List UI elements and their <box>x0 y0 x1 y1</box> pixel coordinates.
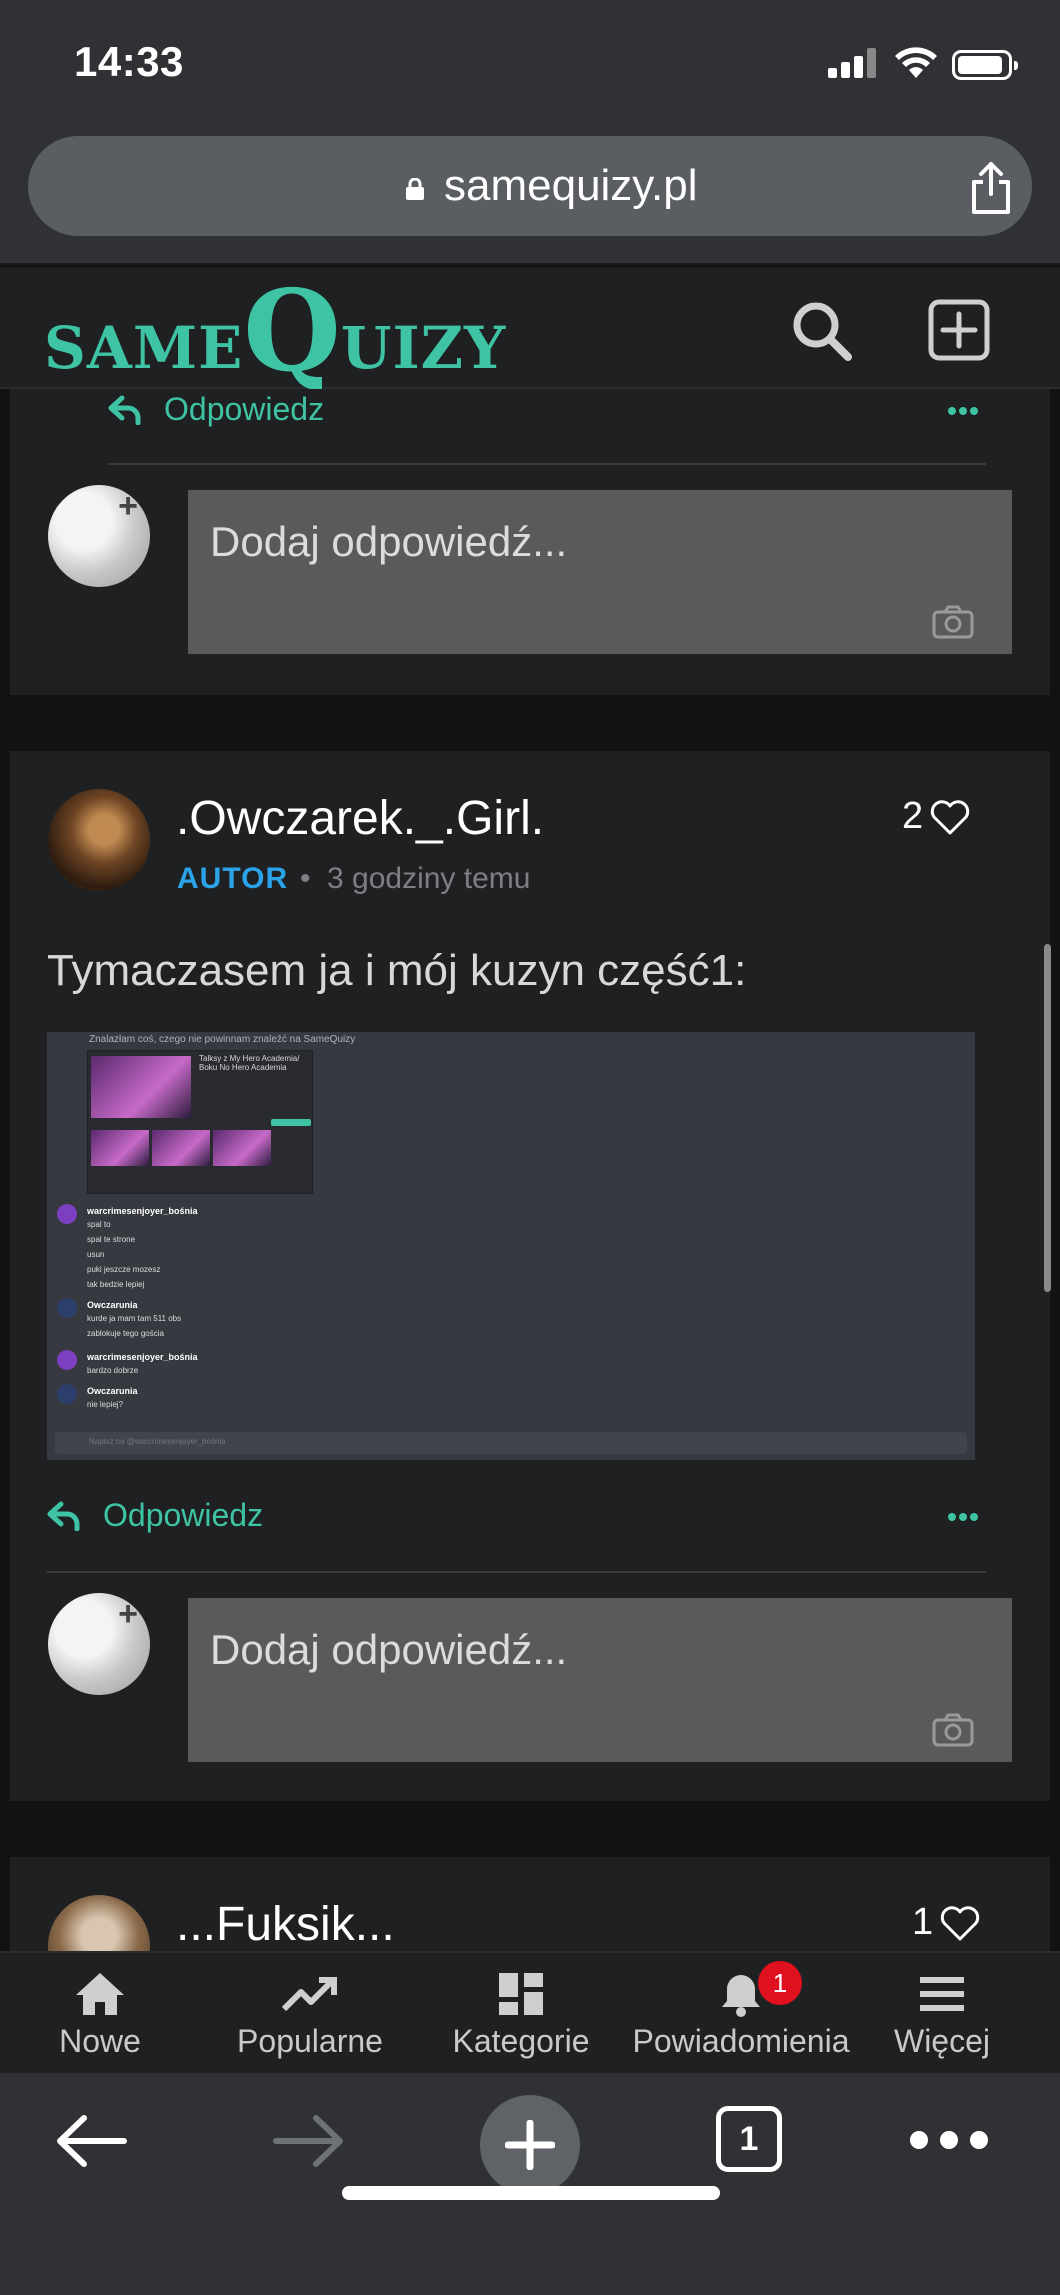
bottom-nav: Nowe Popularne Kategorie Powiadomienia 1… <box>0 1951 1060 2073</box>
preview-thumb <box>152 1130 210 1166</box>
nav-item-wiecej[interactable]: Więcej <box>890 1971 994 2071</box>
message-user: Owczarunia <box>87 1300 138 1310</box>
more-options-icon[interactable] <box>948 1513 978 1523</box>
preview-thumb <box>213 1130 271 1166</box>
comment-card: ...Fuksik... 1 <box>10 1857 1050 1951</box>
nav-item-nowe[interactable]: Nowe <box>44 1971 156 2071</box>
message-line: spal te strone <box>87 1235 136 1244</box>
scrollbar[interactable] <box>1044 944 1051 1292</box>
message-line: tak bedzie lepiej <box>87 1280 145 1289</box>
message-user: warcrimesenjoyer_bośnia <box>87 1206 198 1216</box>
browser-toolbar: 1 <box>0 2073 1060 2295</box>
cellular-signal-icon <box>828 48 878 78</box>
trending-icon <box>281 1977 337 2012</box>
nav-item-popularne[interactable]: Popularne <box>230 1971 390 2071</box>
browser-address-area: samequizy.pl <box>0 130 1060 265</box>
reply-link[interactable]: Odpowiedz <box>108 391 324 428</box>
back-arrow-icon[interactable] <box>54 2113 128 2169</box>
avatar[interactable] <box>48 1895 150 1951</box>
lock-icon <box>406 178 424 200</box>
reply-link[interactable]: Odpowiedz <box>47 1497 263 1534</box>
message-avatar <box>57 1298 77 1318</box>
preview-image <box>91 1056 191 1118</box>
status-bar: 14:33 <box>0 0 1060 130</box>
message-avatar <box>57 1384 77 1404</box>
message-line: nie lepiej? <box>87 1400 124 1409</box>
author-badge: AUTOR <box>177 862 289 895</box>
divider <box>108 463 986 465</box>
camera-icon[interactable] <box>932 1713 974 1747</box>
comment-text: Tymaczasem ja i mój kuzyn część1: <box>47 946 747 995</box>
samequizy-logo[interactable]: SAME Q UIZY <box>44 273 506 388</box>
avatar <box>48 1593 150 1695</box>
heart-icon <box>940 1905 980 1940</box>
author-name[interactable]: ...Fuksik... <box>176 1897 395 1951</box>
comment-card: .Owczarek._.Girl. AUTOR • 3 godziny temu… <box>10 751 1050 1801</box>
message-avatar <box>57 1350 77 1370</box>
comment-time: 3 godziny temu <box>327 862 531 895</box>
search-icon[interactable] <box>790 299 854 363</box>
message-line: kurde ja mam tam 511 obs <box>87 1314 182 1323</box>
forward-arrow-icon[interactable] <box>272 2113 346 2169</box>
reply-input[interactable]: Dodaj odpowiedź... <box>188 1598 1012 1762</box>
reply-input[interactable]: Dodaj odpowiedź... <box>188 490 1012 654</box>
like-count[interactable]: 2 <box>902 795 971 838</box>
message-line: zablokuje tego gościa <box>87 1329 164 1338</box>
battery-icon <box>952 50 1018 80</box>
comment-image[interactable]: Znalazłam coś, czego nie powinnam znaleź… <box>47 1032 975 1460</box>
divider <box>47 1571 986 1573</box>
message-input: Napisz na @warcrimesenjoyer_bośnia <box>55 1432 967 1454</box>
preview-button <box>271 1119 311 1126</box>
nav-item-kategorie[interactable]: Kategorie <box>448 1971 594 2071</box>
heart-icon <box>930 799 970 834</box>
like-count[interactable]: 1 <box>912 1901 981 1944</box>
screen: 14:33 samequizy.pl SAME Q UIZY Odpowiedz… <box>0 0 1060 2295</box>
author-name[interactable]: .Owczarek._.Girl. <box>176 791 544 846</box>
grid-icon <box>499 1973 543 2015</box>
nav-item-powiadomienia[interactable]: Powiadomienia 1 <box>628 1961 854 2071</box>
camera-icon[interactable] <box>932 605 974 639</box>
attachment-header: Znalazłam coś, czego nie powinnam znaleź… <box>89 1034 356 1045</box>
menu-icon <box>920 1977 964 2011</box>
reply-arrow-icon <box>108 395 141 425</box>
address-bar[interactable]: samequizy.pl <box>28 136 1032 236</box>
site-header: SAME Q UIZY <box>0 267 1060 389</box>
comments-feed: Odpowiedz Dodaj odpowiedź... .Owczarek._… <box>0 389 1060 1951</box>
add-quiz-icon[interactable] <box>928 299 990 361</box>
home-indicator <box>342 2186 720 2200</box>
meta-separator: • <box>300 862 311 895</box>
url-text: samequizy.pl <box>444 161 698 210</box>
more-icon[interactable] <box>910 2131 990 2151</box>
message-user: Owczarunia <box>87 1386 138 1396</box>
plus-icon <box>505 2120 555 2170</box>
status-time: 14:33 <box>74 38 184 85</box>
notification-badge: 1 <box>758 1961 802 2005</box>
more-options-icon[interactable] <box>948 407 978 417</box>
message-line: usun <box>87 1250 105 1259</box>
avatar <box>48 485 150 587</box>
message-line: puki jeszcze mozesz <box>87 1265 161 1274</box>
avatar[interactable] <box>48 789 150 891</box>
preview-thumb <box>91 1130 149 1166</box>
home-icon <box>76 1973 124 2015</box>
message-line: spal to <box>87 1220 111 1229</box>
wifi-icon <box>895 47 937 78</box>
comment-card-previous: Odpowiedz Dodaj odpowiedź... <box>10 389 1050 695</box>
message-avatar <box>57 1204 77 1224</box>
tabs-button[interactable]: 1 <box>716 2106 782 2172</box>
share-icon[interactable] <box>968 160 1014 216</box>
message-user: warcrimesenjoyer_bośnia <box>87 1352 198 1362</box>
preview-title: Talksy z My Hero Academia/ Boku No Hero … <box>199 1054 300 1072</box>
new-tab-button[interactable] <box>480 2095 580 2195</box>
message-line: bardzo dobrze <box>87 1366 139 1375</box>
reply-arrow-icon <box>47 1501 80 1531</box>
